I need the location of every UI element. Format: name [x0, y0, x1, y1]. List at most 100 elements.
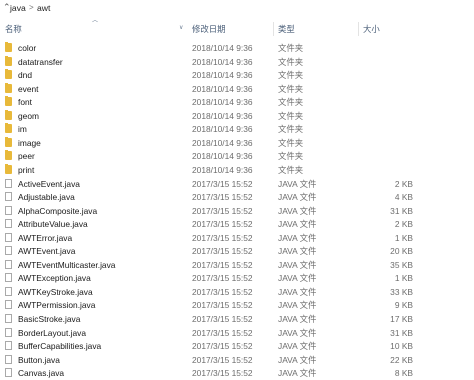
- file-row[interactable]: AlphaComposite.java 2017/3/15 15:52 JAVA 文…: [0, 204, 474, 218]
- folder-icon: [5, 55, 12, 66]
- item-name: AttributeValue.java: [18, 219, 88, 230]
- folder-icon: [5, 42, 12, 52]
- item-date: 2017/3/15 15:52: [192, 314, 253, 324]
- item-size: 1 KB: [394, 273, 413, 284]
- item-date: 2017/3/15 15:52: [192, 327, 253, 338]
- breadcrumb-separator[interactable]: >: [29, 3, 34, 13]
- folder-icon: [5, 96, 12, 107]
- item-size: 4 KB: [394, 192, 413, 203]
- item-name: BasicStroke.java: [18, 314, 81, 324]
- file-row[interactable]: AWTEvent.java 2017/3/15 15:52 JAVA 文件 20 KB: [0, 244, 474, 258]
- item-date: 2017/3/15 15:52: [192, 368, 253, 379]
- folder-row[interactable]: print 2018/10/14 9:36 文件夹: [0, 163, 474, 177]
- item-size: 10 KB: [390, 341, 413, 352]
- file-row[interactable]: Button.java 2017/3/15 15:52 JAVA 文件 22 KB: [0, 353, 474, 367]
- item-size: 20 KB: [390, 246, 413, 257]
- item-date: 2018/10/14 9:36: [192, 83, 253, 94]
- folder-icon: [5, 136, 12, 147]
- item-type: 文件夹: [278, 124, 304, 135]
- file-row[interactable]: AWTEventMulticaster.java 2017/3/15 15:52 J…: [0, 258, 474, 272]
- folder-row[interactable]: image 2018/10/14 9:36 文件夹: [0, 136, 474, 150]
- item-date: 2017/3/15 15:52: [192, 286, 253, 297]
- item-type: JAVA 文件: [278, 341, 317, 352]
- item-name: AWTException.java: [18, 273, 91, 284]
- file-row[interactable]: AWTError.java 2017/3/15 15:52 JAVA 文件 1 KB: [0, 231, 474, 245]
- folder-row[interactable]: datatransfer 2018/10/14 9:36 文件夹: [0, 55, 474, 69]
- item-type: JAVA 文件: [278, 205, 317, 216]
- file-row[interactable]: AWTException.java 2017/3/15 15:52 JAVA 文件 1…: [0, 271, 474, 285]
- item-name: BorderLayout.java: [18, 327, 86, 338]
- file-icon: [5, 368, 12, 378]
- chevron-down-icon[interactable]: ∨: [179, 24, 183, 32]
- folder-icon: [5, 109, 12, 120]
- item-size: 33 KB: [390, 286, 413, 297]
- folder-row[interactable]: im 2018/10/14 9:36 文件夹: [0, 122, 474, 136]
- column-header-name[interactable]: 名称: [5, 19, 22, 39]
- folder-row[interactable]: font 2018/10/14 9:36 文件夹: [0, 95, 474, 109]
- item-name: peer: [18, 151, 35, 162]
- item-size: 35 KB: [390, 259, 413, 270]
- folder-row[interactable]: geom 2018/10/14 9:36 文件夹: [0, 109, 474, 123]
- item-date: 2018/10/14 9:36: [192, 164, 253, 175]
- file-icon: [5, 273, 12, 283]
- file-row[interactable]: AWTKeyStroke.java 2017/3/15 15:52 JAVA 文件 3…: [0, 285, 474, 299]
- file-icon: [5, 205, 12, 215]
- file-icon: [5, 314, 12, 323]
- item-type: JAVA 文件: [278, 219, 317, 230]
- folder-row[interactable]: event 2018/10/14 9:36 文件夹: [0, 82, 474, 96]
- folder-icon: [5, 163, 12, 174]
- column-divider[interactable]: [273, 22, 274, 36]
- item-name: font: [18, 97, 32, 108]
- item-name: AWTEvent.java: [18, 246, 76, 257]
- item-name: event: [18, 83, 39, 94]
- file-row[interactable]: BufferCapabilities.java 2017/3/15 15:52 JA…: [0, 339, 474, 353]
- item-size: 2 KB: [394, 219, 413, 230]
- item-date: 2017/3/15 15:52: [192, 205, 253, 216]
- item-type: 文件夹: [278, 70, 304, 81]
- file-row[interactable]: BasicStroke.java 2017/3/15 15:52 JAVA 文件 17…: [0, 312, 474, 326]
- item-date: 2017/3/15 15:52: [192, 300, 253, 311]
- item-type: JAVA 文件: [278, 232, 317, 243]
- column-divider[interactable]: [358, 22, 359, 36]
- file-row[interactable]: AWTPermission.java 2017/3/15 15:52 JAVA 文件…: [0, 298, 474, 312]
- item-date: 2017/3/15 15:52: [192, 273, 253, 284]
- item-name: dnd: [18, 70, 32, 81]
- item-type: 文件夹: [278, 151, 304, 162]
- file-icon: [5, 341, 12, 351]
- file-row[interactable]: ActiveEvent.java 2017/3/15 15:52 JAVA 文件 2 …: [0, 177, 474, 191]
- column-header-date[interactable]: 修改日期: [192, 19, 226, 39]
- item-type: JAVA 文件: [278, 286, 317, 297]
- file-row[interactable]: Canvas.java 2017/3/15 15:52 JAVA 文件 8 KB: [0, 366, 474, 380]
- file-row[interactable]: BorderLayout.java 2017/3/15 15:52 JAVA 文件 3…: [0, 326, 474, 340]
- item-date: 2018/10/14 9:36: [192, 97, 253, 108]
- item-name: ActiveEvent.java: [18, 178, 80, 189]
- address-bar[interactable]: ⌃ java > awt: [0, 0, 474, 16]
- item-date: 2017/3/15 15:52: [192, 232, 253, 243]
- item-type: 文件夹: [278, 137, 304, 148]
- breadcrumb-awt[interactable]: awt: [37, 3, 50, 13]
- file-icon: [5, 354, 12, 364]
- item-name: im: [18, 124, 27, 135]
- sort-ascending-icon: ︿: [92, 18, 99, 24]
- folder-row[interactable]: color 2018/10/14 9:36 文件夹: [0, 41, 474, 55]
- breadcrumb-java[interactable]: java: [10, 3, 26, 13]
- item-date: 2017/3/15 15:52: [192, 219, 253, 230]
- folder-row[interactable]: dnd 2018/10/14 9:36 文件夹: [0, 68, 474, 82]
- item-type: JAVA 文件: [278, 259, 317, 270]
- item-type: JAVA 文件: [278, 192, 317, 203]
- file-icon: [5, 219, 12, 229]
- item-name: BufferCapabilities.java: [18, 341, 102, 352]
- item-name: AWTEventMulticaster.java: [18, 259, 116, 270]
- item-type: 文件夹: [278, 97, 304, 108]
- column-header-size[interactable]: 大小: [363, 19, 380, 39]
- file-icon: [5, 300, 12, 310]
- file-row[interactable]: Adjustable.java 2017/3/15 15:52 JAVA 文件 4 K…: [0, 190, 474, 204]
- column-header-row: 名称 修改日期 类型 大小: [0, 19, 474, 39]
- column-header-type[interactable]: 类型: [278, 19, 295, 39]
- file-row[interactable]: AttributeValue.java 2017/3/15 15:52 JAVA 文…: [0, 217, 474, 231]
- item-date: 2018/10/14 9:36: [192, 110, 253, 121]
- item-size: 2 KB: [394, 178, 413, 189]
- file-icon: [5, 178, 12, 188]
- folder-row[interactable]: peer 2018/10/14 9:36 文件夹: [0, 149, 474, 163]
- file-icon: [5, 232, 12, 242]
